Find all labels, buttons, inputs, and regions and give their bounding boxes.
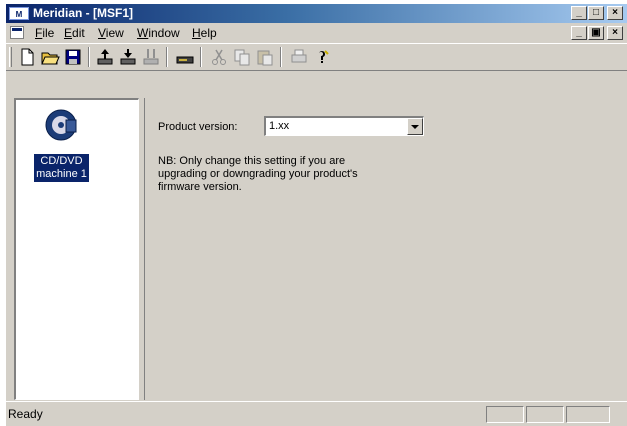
close-button[interactable]: ×	[607, 6, 623, 20]
open-icon[interactable]	[39, 46, 61, 68]
menu-edit[interactable]: Edit	[64, 26, 85, 40]
status-pane	[526, 406, 564, 423]
new-icon[interactable]	[16, 46, 38, 68]
help-icon[interactable]	[311, 46, 333, 68]
panel-splitter[interactable]	[140, 98, 145, 400]
cut-icon[interactable]	[208, 46, 230, 68]
menu-file[interactable]: File	[35, 26, 54, 40]
title-bar[interactable]: M Meridian - [MSF1] _ □ ×	[6, 4, 627, 23]
device-icon[interactable]	[174, 46, 196, 68]
menu-bar: File Edit View Window Help _ ▣ ×	[6, 23, 627, 43]
mdi-minimize-button[interactable]: _	[571, 26, 587, 40]
status-bar: Ready	[6, 401, 627, 426]
firmware-note: NB: Only change this setting if you are …	[158, 155, 358, 193]
maximize-button[interactable]: □	[588, 6, 604, 20]
menu-help[interactable]: Help	[192, 26, 217, 40]
toolbar-grip[interactable]	[9, 47, 12, 67]
product-version-select[interactable]: 1.xx	[264, 116, 424, 136]
toolbar	[6, 43, 627, 71]
menu-window[interactable]: Window	[137, 26, 180, 40]
app-icon[interactable]: M	[9, 7, 29, 20]
toolbar-separator	[200, 47, 202, 67]
product-version-label: Product version:	[158, 121, 238, 133]
toolbar-separator	[88, 47, 90, 67]
device-tree-panel[interactable]: CD/DVD machine 1	[14, 98, 139, 400]
device-node-label[interactable]: CD/DVD machine 1	[34, 154, 89, 182]
application-window: M Meridian - [MSF1] _ □ × File Edit View…	[6, 4, 627, 426]
menu-view[interactable]: View	[98, 26, 124, 40]
upload-icon[interactable]	[94, 46, 116, 68]
compare-icon[interactable]	[140, 46, 162, 68]
mdi-restore-button[interactable]: ▣	[588, 26, 604, 40]
paste-icon[interactable]	[254, 46, 276, 68]
print-icon[interactable]	[288, 46, 310, 68]
status-text: Ready	[8, 407, 43, 421]
status-pane	[486, 406, 524, 423]
product-version-value: 1.xx	[269, 120, 290, 132]
download-icon[interactable]	[117, 46, 139, 68]
save-icon[interactable]	[62, 46, 84, 68]
document-icon[interactable]	[10, 26, 24, 39]
mdi-close-button[interactable]: ×	[607, 26, 623, 40]
cd-dvd-icon[interactable]	[44, 108, 78, 142]
minimize-button[interactable]: _	[571, 6, 587, 20]
chevron-down-icon[interactable]	[407, 118, 423, 135]
window-title: Meridian - [MSF1]	[33, 6, 134, 20]
copy-icon[interactable]	[231, 46, 253, 68]
toolbar-separator	[280, 47, 282, 67]
status-pane	[566, 406, 610, 423]
toolbar-separator	[166, 47, 168, 67]
settings-panel: Product version: 1.xx NB: Only change th…	[146, 98, 627, 400]
